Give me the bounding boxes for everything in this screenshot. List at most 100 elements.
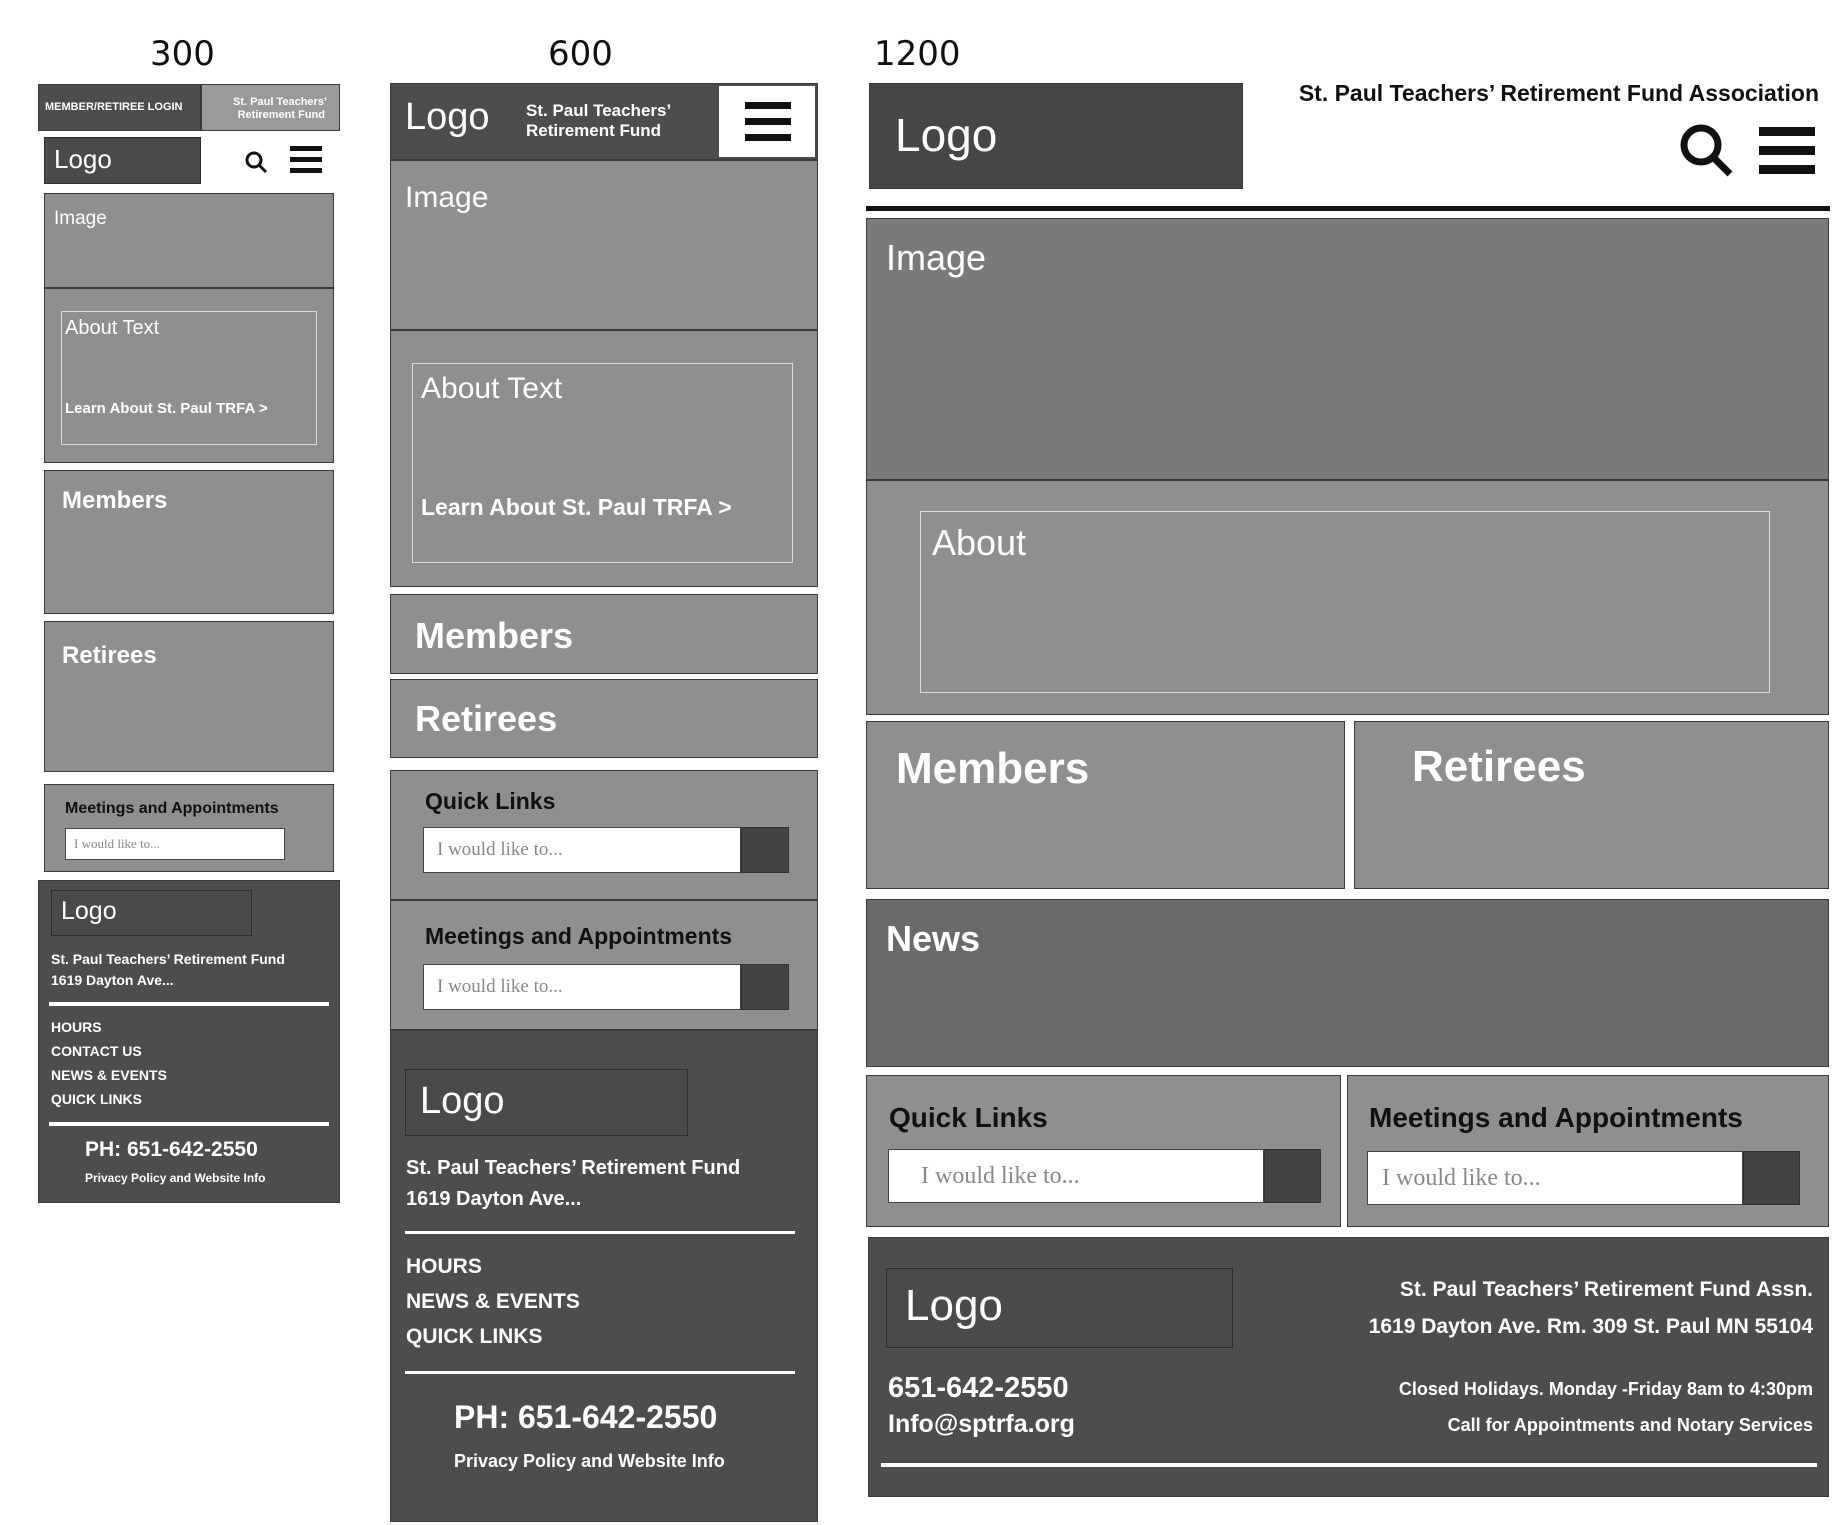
menu-icon[interactable] [745, 102, 791, 142]
footer-divider [881, 1463, 1817, 1467]
footer-email[interactable]: Info@sptrfa.org [888, 1410, 1075, 1439]
image-label: Image [886, 237, 987, 278]
news-section[interactable]: News [866, 899, 1829, 1067]
footer: Logo 651-642-2550 Info@sptrfa.org St. Pa… [868, 1237, 1829, 1497]
footer: Logo St. Paul Teachers’ Retirement Fund … [390, 1030, 818, 1522]
org-line-1: St. Paul Teachers’ [233, 96, 327, 108]
quick-links-section: Quick Links I would like to... [390, 770, 818, 900]
search-icon[interactable] [1678, 122, 1736, 180]
header: Logo St. Paul Teachers’ Retirement Fund [390, 83, 818, 160]
org-name: St. Paul Teachers’ Retirement Fund Assoc… [1298, 80, 1819, 106]
meetings-section: Meetings and Appointments I would like t… [1347, 1075, 1829, 1227]
footer-link-quick[interactable]: QUICK LINKS [51, 1091, 142, 1107]
column-label-300: 300 [150, 34, 215, 74]
footer-address: 1619 Dayton Ave... [51, 972, 174, 988]
logo-placeholder[interactable]: Logo [869, 83, 1243, 189]
footer-phone[interactable]: PH: 651-642-2550 [454, 1399, 717, 1436]
news-label: News [886, 918, 981, 959]
footer-logo-text: Logo [420, 1080, 505, 1122]
footer-logo-placeholder[interactable]: Logo [405, 1069, 688, 1136]
footer-logo-text: Logo [905, 1281, 1003, 1330]
login-label[interactable]: MEMBER/RETIREE LOGIN [45, 101, 183, 113]
search-icon[interactable] [244, 150, 268, 174]
footer-hours: Closed Holidays. Monday -Friday 8am to 4… [1398, 1379, 1813, 1399]
members-label: Members [62, 487, 168, 514]
quick-links-input-placeholder: I would like to... [437, 839, 563, 860]
footer-link-hours[interactable]: HOURS [51, 1019, 102, 1035]
image-label: Image [405, 181, 489, 214]
about-label: About Text [65, 317, 160, 339]
quick-links-section: Quick Links I would like to... [866, 1075, 1341, 1227]
meetings-input-placeholder: I would like to... [437, 976, 563, 997]
about-section: About Text Learn About St. Paul TRFA > [44, 288, 334, 463]
footer-divider [49, 1002, 329, 1006]
org-line-2: Retirement Fund [237, 109, 325, 121]
image-placeholder: Image [390, 160, 818, 330]
menu-icon[interactable] [290, 146, 322, 174]
privacy-link[interactable]: Privacy Policy and Website Info [85, 1171, 266, 1185]
org-line-1: St. Paul Teachers’ [526, 101, 672, 120]
footer-org: St. Paul Teachers’ Retirement Fund Assn. [1399, 1278, 1813, 1301]
members-label: Members [896, 744, 1090, 793]
meetings-label: Meetings and Appointments [1369, 1102, 1743, 1133]
footer-link-quick[interactable]: QUICK LINKS [406, 1325, 543, 1349]
quick-links-go-button[interactable] [1264, 1149, 1321, 1203]
about-frame: About Text Learn About St. Paul TRFA > [61, 311, 317, 445]
retirees-card[interactable]: Retirees [390, 679, 818, 758]
members-card[interactable]: Members [390, 594, 818, 674]
meetings-section: Meetings and Appointments I would like t… [44, 784, 334, 872]
org-line-2: Retirement Fund [526, 121, 662, 140]
retirees-card[interactable]: Retirees [1354, 721, 1829, 889]
org-name-box: St. Paul Teachers’ Retirement Fund [201, 84, 340, 131]
retirees-label: Retirees [415, 698, 558, 739]
footer-org: St. Paul Teachers’ Retirement Fund [406, 1157, 741, 1179]
privacy-link[interactable]: Privacy Policy and Website Info [454, 1451, 725, 1472]
menu-icon[interactable] [1759, 127, 1815, 175]
login-bar[interactable]: MEMBER/RETIREE LOGIN [38, 84, 201, 131]
footer-link-hours[interactable]: HOURS [406, 1255, 482, 1279]
footer-divider [405, 1371, 795, 1374]
logo-placeholder[interactable]: Logo [44, 137, 201, 184]
footer-org: St. Paul Teachers’ Retirement Fund [51, 951, 285, 967]
image-placeholder: Image [866, 218, 1829, 480]
footer-logo-placeholder[interactable]: Logo [886, 1268, 1233, 1348]
about-label: About [932, 522, 1027, 563]
meetings-label: Meetings and Appointments [425, 923, 733, 949]
footer-link-news[interactable]: NEWS & EVENTS [51, 1067, 167, 1083]
footer-logo-placeholder[interactable]: Logo [51, 890, 252, 936]
logo-text: Logo [895, 109, 998, 161]
footer-link-news[interactable]: NEWS & EVENTS [406, 1290, 580, 1314]
about-section: About [866, 480, 1829, 715]
logo-text[interactable]: Logo [405, 96, 490, 139]
meetings-input[interactable]: I would like to... [65, 828, 285, 860]
quick-links-input[interactable]: I would like to... [888, 1149, 1264, 1203]
retirees-label: Retirees [1412, 742, 1586, 791]
members-card[interactable]: Members [866, 721, 1345, 889]
footer-phone[interactable]: 651-642-2550 [888, 1372, 1069, 1405]
about-label: About Text [421, 372, 563, 405]
quick-links-go-button[interactable] [741, 827, 789, 873]
footer-link-contact[interactable]: CONTACT US [51, 1043, 142, 1059]
learn-more-link[interactable]: Learn About St. Paul TRFA > [421, 494, 732, 521]
retirees-card[interactable]: Retirees [44, 621, 334, 772]
footer-address: 1619 Dayton Ave. Rm. 309 St. Paul MN 551… [1368, 1315, 1813, 1338]
menu-button[interactable] [719, 86, 815, 157]
image-placeholder: Image [44, 193, 334, 288]
members-card[interactable]: Members [44, 470, 334, 614]
quick-links-label: Quick Links [889, 1102, 1048, 1133]
footer-appointments: Call for Appointments and Notary Service… [1447, 1415, 1813, 1435]
about-frame: About Text Learn About St. Paul TRFA > [412, 363, 793, 563]
learn-more-link[interactable]: Learn About St. Paul TRFA > [65, 400, 268, 417]
column-label-1200: 1200 [874, 34, 961, 74]
meetings-input[interactable]: I would like to... [423, 964, 741, 1010]
quick-links-input[interactable]: I would like to... [423, 827, 741, 873]
footer-phone[interactable]: PH: 651-642-2550 [85, 1138, 258, 1162]
footer-logo-text: Logo [61, 897, 117, 925]
meetings-go-button[interactable] [741, 964, 789, 1010]
meetings-input[interactable]: I would like to... [1367, 1151, 1743, 1205]
meetings-go-button[interactable] [1743, 1151, 1800, 1205]
meetings-input-placeholder: I would like to... [74, 836, 160, 851]
about-section: About Text Learn About St. Paul TRFA > [390, 330, 818, 587]
footer-divider [49, 1122, 329, 1126]
footer: Logo St. Paul Teachers’ Retirement Fund … [38, 880, 340, 1203]
